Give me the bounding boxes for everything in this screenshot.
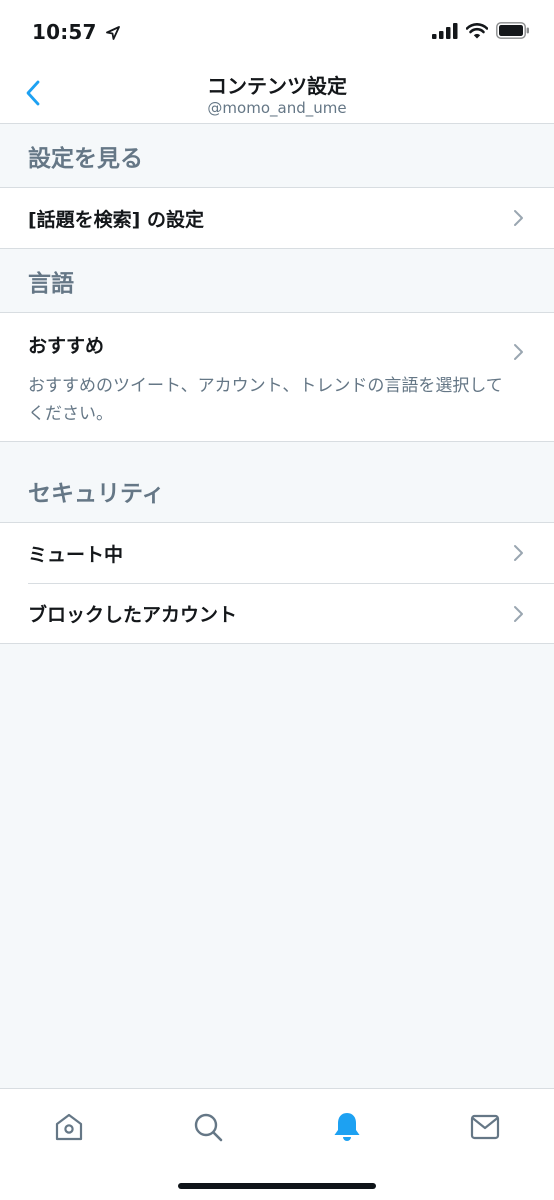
- row-label: ミュート中: [28, 543, 124, 566]
- tab-search[interactable]: [186, 1105, 230, 1149]
- page-subtitle: @momo_and_ume: [207, 99, 347, 117]
- row-label: おすすめ: [28, 335, 105, 357]
- section-view-settings: [話題を検索] の設定: [0, 187, 554, 249]
- cellular-signal-icon: [432, 22, 458, 39]
- chevron-right-icon: [514, 210, 523, 226]
- home-icon: [55, 1113, 83, 1141]
- row-description: おすすめのツイート、アカウント、トレンドの言語を選択してください。: [28, 376, 503, 424]
- row-label: [話題を検索] の設定: [28, 208, 204, 231]
- section-language: おすすめ おすすめのツイート、アカウント、トレンドの言語を選択してください。: [0, 312, 554, 442]
- chevron-right-icon: [514, 344, 523, 360]
- row-explore-settings[interactable]: [話題を検索] の設定: [28, 188, 554, 248]
- location-arrow-icon: [105, 26, 120, 40]
- status-indicators: [432, 22, 530, 39]
- row-blocked-accounts[interactable]: ブロックしたアカウント: [28, 583, 554, 643]
- tab-home[interactable]: [47, 1105, 91, 1149]
- chevron-right-icon: [514, 545, 523, 561]
- settings-content: 設定を見る [話題を検索] の設定 言語 おすすめ おすすめのツイート、アカウン…: [0, 124, 554, 644]
- home-indicator: [178, 1183, 376, 1189]
- section-header-view-settings: 設定を見る: [28, 145, 143, 172]
- status-time: 10:57: [32, 20, 120, 44]
- nav-bar: コンテンツ設定 @momo_and_ume: [0, 62, 554, 124]
- status-bar: 10:57: [0, 0, 554, 62]
- status-time-text: 10:57: [32, 20, 97, 44]
- page-title: コンテンツ設定: [207, 74, 347, 98]
- row-label: ブロックしたアカウント: [28, 604, 238, 626]
- tab-notifications[interactable]: [325, 1105, 369, 1149]
- row-recommended-language[interactable]: おすすめ おすすめのツイート、アカウント、トレンドの言語を選択してください。: [28, 313, 554, 441]
- row-muted[interactable]: ミュート中: [28, 523, 554, 583]
- tab-messages[interactable]: [463, 1105, 507, 1149]
- section-header-language: 言語: [28, 270, 74, 297]
- wifi-icon: [466, 22, 488, 38]
- search-icon: [194, 1113, 223, 1142]
- mail-icon: [470, 1114, 500, 1140]
- section-header-security: セキュリティ: [28, 480, 165, 507]
- chevron-right-icon: [514, 605, 523, 622]
- battery-icon: [496, 22, 529, 39]
- section-security: ミュート中 ブロックしたアカウント: [0, 522, 554, 644]
- bell-icon: [334, 1113, 360, 1141]
